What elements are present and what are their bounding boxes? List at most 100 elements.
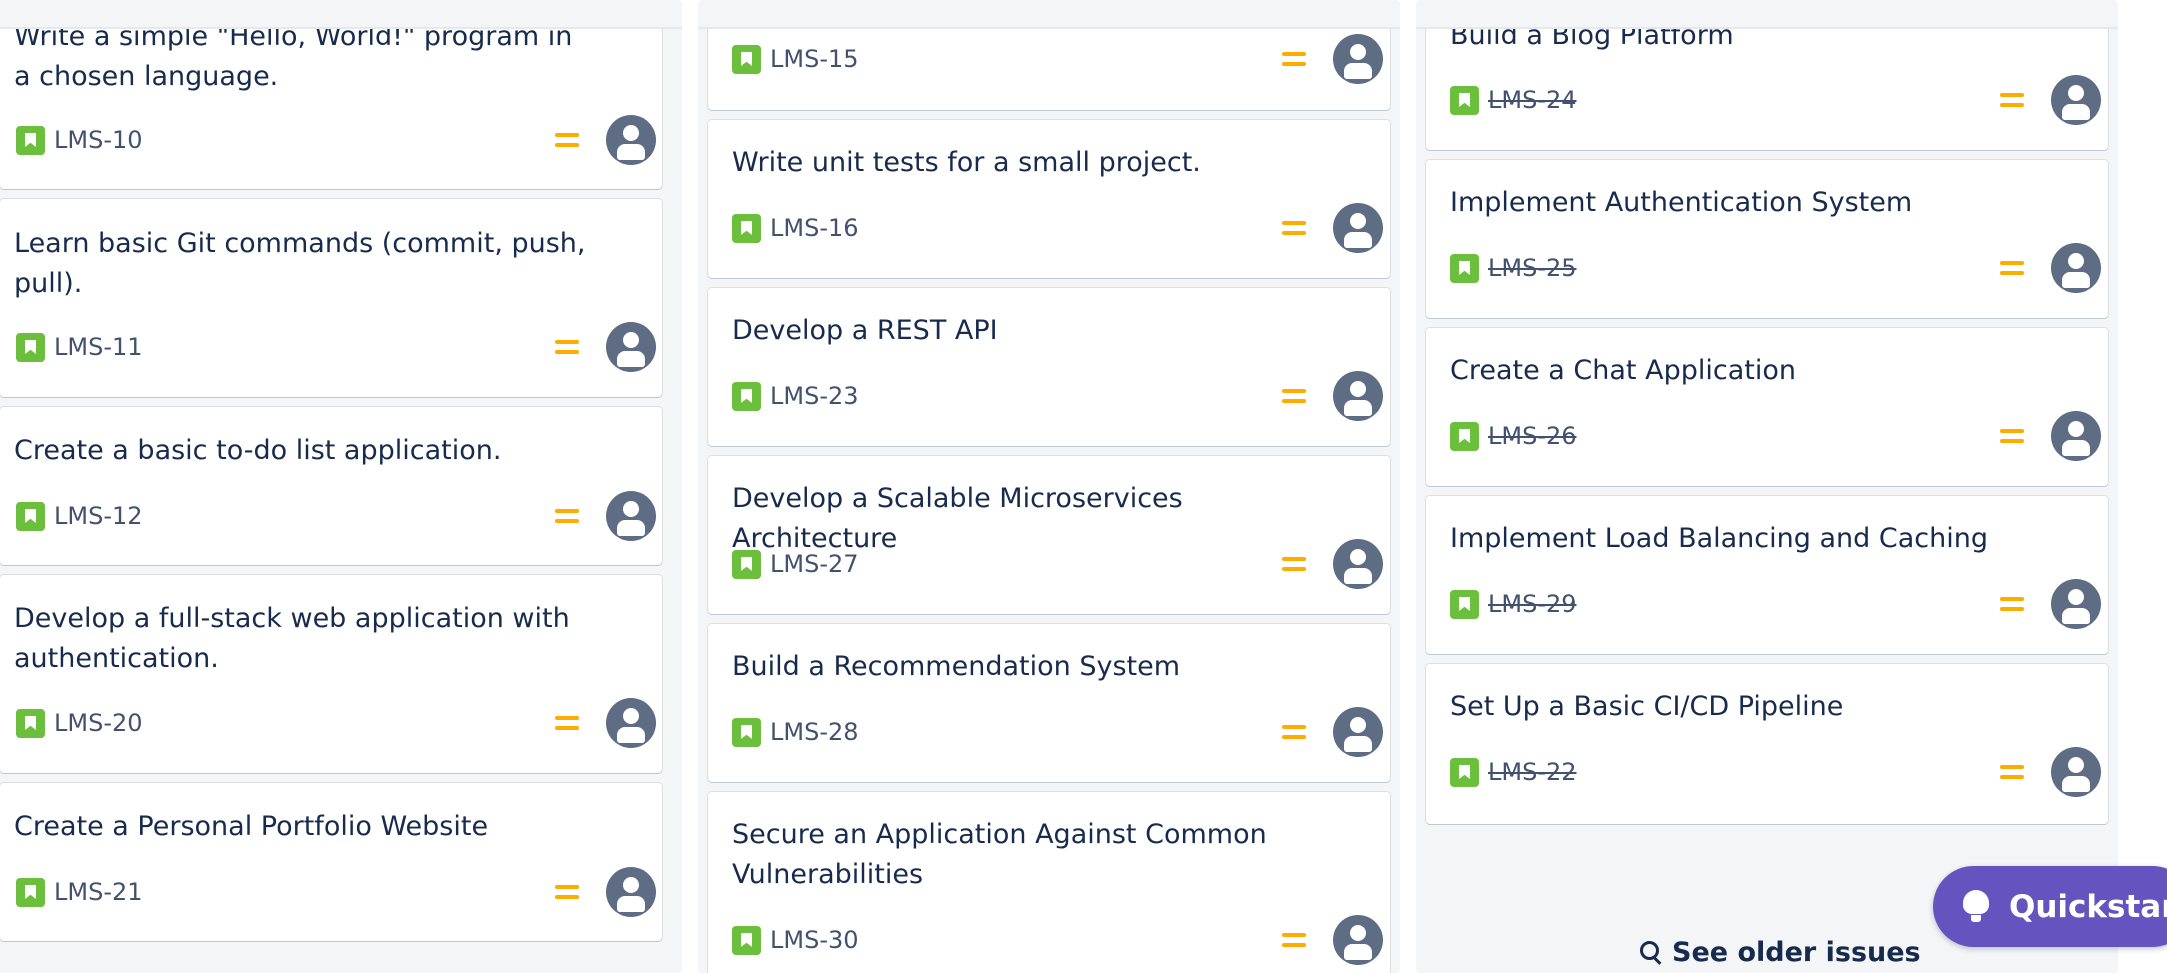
issue-card[interactable]: Develop a Scalable Microservices Archite… — [708, 456, 1390, 614]
board-column-in-progress: LMS-15 Write unit tests for a small proj… — [698, 0, 1400, 973]
priority-medium-icon — [2000, 595, 2024, 613]
issue-card[interactable]: Secure an Application Against Common Vul… — [708, 792, 1390, 973]
search-icon — [1640, 941, 1662, 963]
priority-medium-icon — [555, 714, 579, 732]
issue-key[interactable]: LMS-11 — [54, 332, 143, 362]
assignee-avatar-icon[interactable] — [1333, 34, 1383, 84]
story-icon — [16, 709, 45, 738]
priority-medium-icon — [1282, 931, 1306, 949]
card-title: Develop a Scalable Microservices Archite… — [732, 483, 1183, 554]
priority-medium-icon — [555, 131, 579, 149]
issue-key[interactable]: LMS-30 — [770, 925, 859, 955]
issue-key[interactable]: LMS-12 — [54, 501, 143, 531]
card-title: Learn basic Git commands (commit, push, … — [14, 228, 586, 299]
card-title: Build a Recommendation System — [732, 651, 1181, 682]
quickstart-button[interactable]: Quickstart — [1933, 866, 2167, 947]
card-title: Implement Load Balancing and Caching — [1450, 523, 1988, 554]
column-header-band — [1416, 0, 2118, 29]
assignee-avatar-icon[interactable] — [1333, 539, 1383, 589]
card-title: Create a Personal Portfolio Website — [14, 811, 489, 842]
card-title: Develop a REST API — [732, 315, 998, 346]
story-icon — [16, 126, 45, 155]
story-icon — [1450, 758, 1479, 787]
issue-card[interactable]: Develop a full-stack web application wit… — [0, 575, 662, 773]
see-older-issues-link[interactable]: See older issues — [1640, 935, 1921, 969]
priority-medium-icon — [1282, 219, 1306, 237]
story-icon — [732, 45, 761, 74]
priority-medium-icon — [1282, 555, 1306, 573]
story-icon — [732, 214, 761, 243]
issue-card[interactable]: Create a basic to-do list application. L… — [0, 407, 662, 565]
story-icon — [1450, 254, 1479, 283]
priority-medium-icon — [2000, 763, 2024, 781]
issue-key[interactable]: LMS-29 — [1488, 589, 1577, 619]
card-title: Create a basic to-do list application. — [14, 435, 502, 466]
assignee-avatar-icon[interactable] — [1333, 371, 1383, 421]
card-title: Create a Chat Application — [1450, 355, 1796, 386]
priority-medium-icon — [555, 338, 579, 356]
priority-medium-icon — [2000, 259, 2024, 277]
assignee-avatar-icon[interactable] — [2051, 747, 2101, 797]
assignee-avatar-icon[interactable] — [606, 698, 656, 748]
story-icon — [732, 718, 761, 747]
story-icon — [1450, 590, 1479, 619]
issue-card[interactable]: Build a Recommendation System LMS-28 — [708, 624, 1390, 782]
card-title: Implement Authentication System — [1450, 187, 1913, 218]
issue-key[interactable]: LMS-28 — [770, 717, 859, 747]
lightbulb-icon — [1963, 889, 1989, 924]
story-icon — [16, 878, 45, 907]
priority-medium-icon — [555, 507, 579, 525]
card-title: Write unit tests for a small project. — [732, 147, 1201, 178]
column-header-band — [698, 0, 1400, 29]
board-column-done: Build a Blog Platform LMS-24 Implement A… — [1416, 0, 2118, 973]
issue-key[interactable]: LMS-24 — [1488, 85, 1577, 115]
issue-key[interactable]: LMS-15 — [770, 44, 859, 74]
issue-key[interactable]: LMS-20 — [54, 708, 143, 738]
issue-key[interactable]: LMS-22 — [1488, 757, 1577, 787]
assignee-avatar-icon[interactable] — [606, 491, 656, 541]
assignee-avatar-icon[interactable] — [1333, 707, 1383, 757]
story-icon — [1450, 422, 1479, 451]
issue-key[interactable]: LMS-27 — [770, 549, 859, 579]
assignee-avatar-icon[interactable] — [2051, 243, 2101, 293]
card-title: Set Up a Basic CI/CD Pipeline — [1450, 691, 1844, 722]
issue-card[interactable]: Create a Personal Portfolio Website LMS-… — [0, 783, 662, 941]
issue-card[interactable]: Write unit tests for a small project. LM… — [708, 120, 1390, 278]
priority-medium-icon — [1282, 387, 1306, 405]
assignee-avatar-icon[interactable] — [606, 322, 656, 372]
priority-medium-icon — [2000, 427, 2024, 445]
issue-card[interactable]: Implement Load Balancing and Caching LMS… — [1426, 496, 2108, 654]
assignee-avatar-icon[interactable] — [1333, 915, 1383, 965]
issue-card[interactable]: Set Up a Basic CI/CD Pipeline LMS-22 — [1426, 664, 2108, 824]
issue-card[interactable]: Write a simple "Hello, World!" program i… — [0, 10, 662, 189]
assignee-avatar-icon[interactable] — [606, 115, 656, 165]
priority-medium-icon — [1282, 723, 1306, 741]
quickstart-label: Quickstart — [2009, 888, 2167, 925]
story-icon — [732, 382, 761, 411]
story-icon — [16, 502, 45, 531]
assignee-avatar-icon[interactable] — [606, 867, 656, 917]
card-title: Develop a full-stack web application wit… — [14, 603, 570, 674]
issue-key[interactable]: LMS-26 — [1488, 421, 1577, 451]
card-title: Secure an Application Against Common Vul… — [732, 819, 1267, 890]
issue-card[interactable]: Implement Authentication System LMS-25 — [1426, 160, 2108, 318]
issue-card[interactable]: Learn basic Git commands (commit, push, … — [0, 199, 662, 397]
issue-key[interactable]: LMS-16 — [770, 213, 859, 243]
see-older-issues-label: See older issues — [1672, 936, 1921, 968]
assignee-avatar-icon[interactable] — [2051, 411, 2101, 461]
board-column-todo: Write a simple "Hello, World!" program i… — [0, 0, 682, 973]
issue-key[interactable]: LMS-10 — [54, 125, 143, 155]
issue-key[interactable]: LMS-23 — [770, 381, 859, 411]
assignee-avatar-icon[interactable] — [1333, 203, 1383, 253]
card-title: Write a simple "Hello, World!" program i… — [14, 21, 573, 92]
column-header-band — [0, 0, 682, 29]
assignee-avatar-icon[interactable] — [2051, 579, 2101, 629]
story-icon — [1450, 86, 1479, 115]
issue-key[interactable]: LMS-25 — [1488, 253, 1577, 283]
priority-medium-icon — [2000, 91, 2024, 109]
story-icon — [732, 926, 761, 955]
assignee-avatar-icon[interactable] — [2051, 75, 2101, 125]
issue-card[interactable]: Create a Chat Application LMS-26 — [1426, 328, 2108, 486]
issue-key[interactable]: LMS-21 — [54, 877, 143, 907]
issue-card[interactable]: Develop a REST API LMS-23 — [708, 288, 1390, 446]
